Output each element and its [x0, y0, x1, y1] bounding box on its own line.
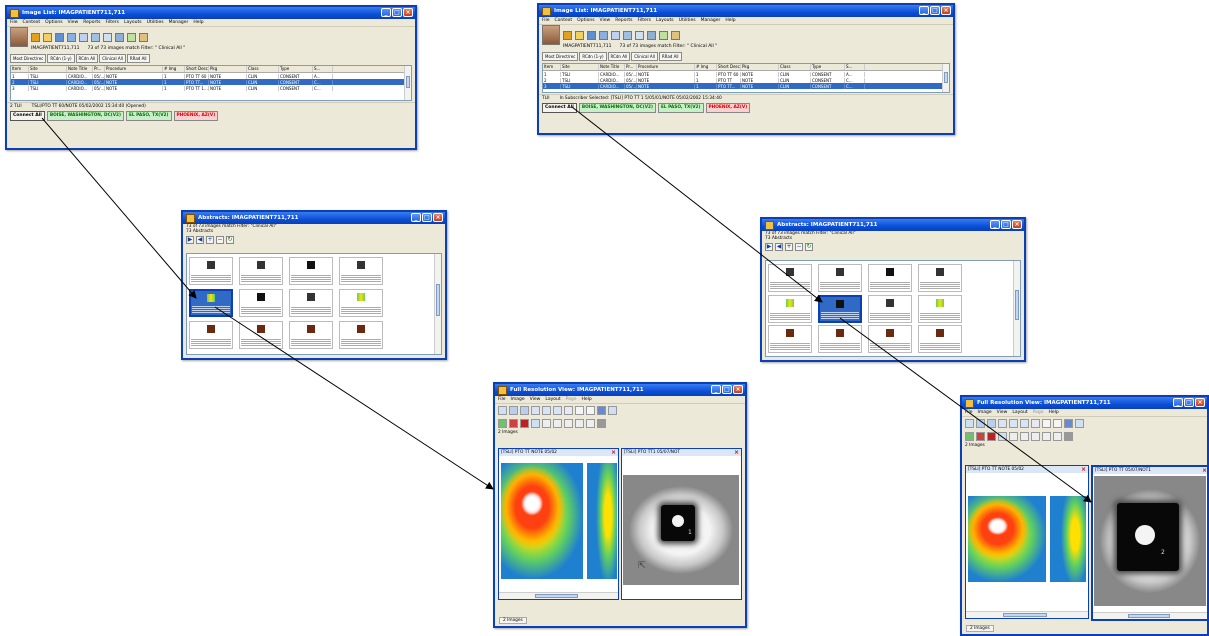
arrow-abstracts-to-fullres-left: [214, 306, 494, 490]
arrow-list-to-abstracts-left: [41, 117, 197, 299]
flow-arrows: [41, 106, 1092, 503]
arrow-list-to-abstracts-right: [571, 106, 823, 303]
arrow-abstracts-to-fullres-right: [839, 317, 1092, 503]
